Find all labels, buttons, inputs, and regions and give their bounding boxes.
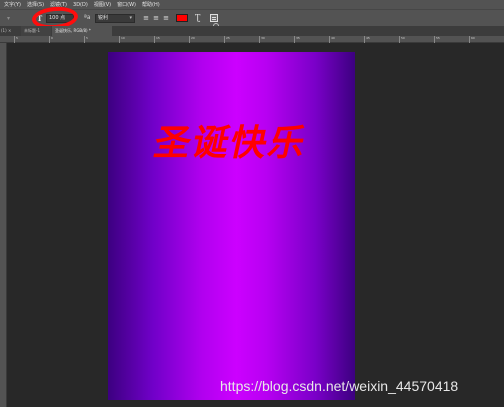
ruler-tick bbox=[364, 36, 365, 43]
tool-preset-chevron-icon[interactable]: ▾ bbox=[7, 15, 10, 22]
ruler-tick-label: 5 bbox=[16, 36, 18, 40]
ruler-tick-label: 45 bbox=[366, 36, 370, 40]
tab-overflow[interactable]: (1) × bbox=[0, 26, 11, 36]
ruler-tick-label: 55 bbox=[436, 36, 440, 40]
ruler-tick bbox=[84, 36, 85, 43]
ruler-tick-label: 0 bbox=[51, 36, 53, 40]
ruler-tick-label: 60 bbox=[471, 36, 475, 40]
character-panel-icon[interactable] bbox=[210, 14, 218, 22]
document-tab-bar: (1) × 未标题-1 圣诞快乐, RGB/8) * bbox=[0, 26, 504, 36]
ruler-tick-label: 15 bbox=[156, 36, 160, 40]
ruler-tick bbox=[469, 36, 470, 43]
ruler-tick-label: 35 bbox=[296, 36, 300, 40]
ruler-tick bbox=[49, 36, 50, 43]
menu-help[interactable]: 帮助(H) bbox=[142, 1, 160, 8]
menu-3d[interactable]: 3D(D) bbox=[73, 2, 88, 8]
ruler-tick bbox=[154, 36, 155, 43]
document-canvas[interactable]: 圣诞快乐 bbox=[108, 52, 355, 400]
warp-text-icon[interactable]: Ʈ bbox=[195, 13, 200, 22]
ruler-tick bbox=[224, 36, 225, 43]
anti-alias-icon: ªa bbox=[84, 14, 91, 21]
menu-type[interactable]: 文字(Y) bbox=[4, 1, 21, 8]
ruler-tick-label: 25 bbox=[226, 36, 230, 40]
ruler-tick bbox=[189, 36, 190, 43]
ruler-tick-label: 20 bbox=[191, 36, 195, 40]
menu-select[interactable]: 选择(S) bbox=[27, 1, 44, 8]
ruler-tick bbox=[399, 36, 400, 43]
anti-alias-value: 锐利 bbox=[98, 15, 109, 21]
ruler-tick-label: 10 bbox=[121, 36, 125, 40]
menu-bar: 文字(Y) 选择(S) 滤镜(T) 3D(D) 视图(V) 窗口(W) 帮助(H… bbox=[0, 0, 504, 9]
anti-alias-select[interactable]: 锐利 ▾ bbox=[95, 14, 135, 23]
ruler-tick bbox=[329, 36, 330, 43]
chevron-down-icon: ▾ bbox=[129, 15, 132, 21]
tab-untitled[interactable]: 未标题-1 bbox=[21, 26, 51, 36]
ruler-tick bbox=[14, 36, 15, 43]
ruler-tick-label: 30 bbox=[261, 36, 265, 40]
align-center-icon[interactable]: ≡ bbox=[152, 14, 160, 22]
ruler-tick bbox=[119, 36, 120, 43]
tab-active-document[interactable]: 圣诞快乐, RGB/8) * bbox=[52, 26, 112, 36]
menu-view[interactable]: 视图(V) bbox=[94, 1, 111, 8]
ruler-tick-label: 5 bbox=[86, 36, 88, 40]
ruler-vertical bbox=[0, 43, 7, 407]
ruler-tick-label: 40 bbox=[331, 36, 335, 40]
canvas-headline[interactable]: 圣诞快乐 bbox=[102, 114, 360, 166]
ruler-tick-label: 50 bbox=[401, 36, 405, 40]
ruler-tick bbox=[294, 36, 295, 43]
align-left-icon[interactable]: ≡ bbox=[142, 14, 150, 22]
menu-window[interactable]: 窗口(W) bbox=[117, 1, 136, 8]
ruler-horizontal: 5 0 5 10 15 20 25 30 35 40 45 50 55 60 bbox=[0, 36, 504, 43]
text-color-swatch[interactable] bbox=[176, 14, 188, 22]
ruler-tick bbox=[434, 36, 435, 43]
watermark-url: https://blog.csdn.net/weixin_44570418 bbox=[220, 378, 459, 394]
ruler-tick bbox=[259, 36, 260, 43]
align-right-icon[interactable]: ≡ bbox=[162, 14, 170, 22]
